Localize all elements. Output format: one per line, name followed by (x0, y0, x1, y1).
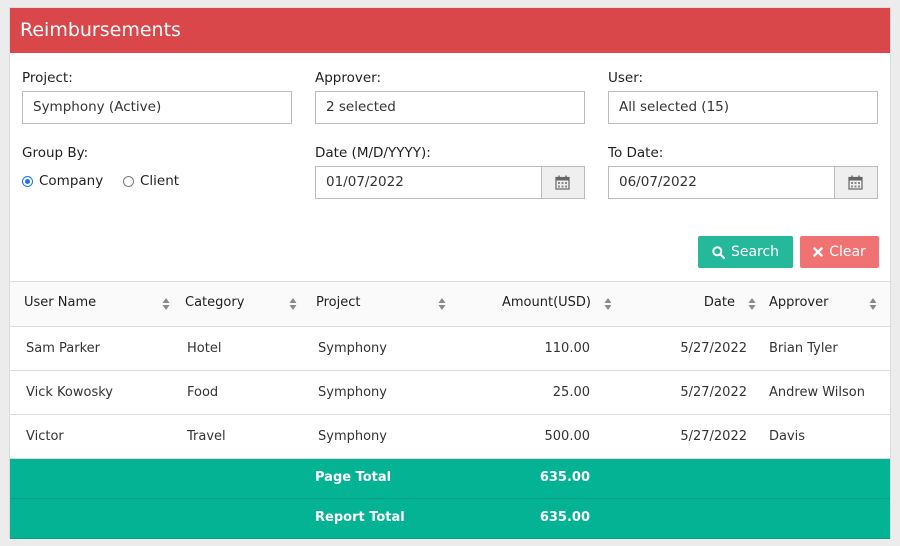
page-total-row: Page Total 635.00 (10, 458, 890, 499)
close-icon (813, 247, 823, 257)
approver-value: 2 selected (326, 99, 396, 115)
to-date-input[interactable]: 06/07/2022 (608, 166, 878, 199)
approver-label: Approver: (315, 70, 382, 86)
from-date-picker-button[interactable] (541, 167, 584, 198)
group-by-client-radio[interactable]: Client (123, 173, 179, 189)
cell-approver: Andrew Wilson (769, 385, 865, 400)
cell-approver: Davis (769, 429, 806, 444)
column-header-category[interactable]: Category (172, 281, 303, 327)
cell-project: Symphony (318, 429, 387, 444)
report-total-value: 635.00 (539, 510, 590, 525)
clear-button[interactable]: Clear (800, 236, 879, 268)
approver-select[interactable]: 2 selected (315, 91, 585, 124)
column-header-amount[interactable]: Amount(USD) (456, 281, 612, 327)
cell-amount: 25.00 (552, 385, 590, 400)
column-header-label: Approver (769, 295, 829, 310)
column-header-label: Project (316, 295, 361, 310)
cell-user-name: Vick Kowosky (26, 385, 113, 400)
project-value: Symphony (Active) (33, 99, 162, 115)
search-icon (712, 245, 725, 259)
project-select[interactable]: Symphony (Active) (22, 91, 292, 124)
group-by-label: Group By: (22, 145, 89, 161)
page-total-value: 635.00 (539, 470, 590, 485)
column-header-project[interactable]: Project (303, 281, 456, 327)
user-select[interactable]: All selected (15) (608, 91, 878, 124)
cell-project: Symphony (318, 341, 387, 356)
from-date-value: 01/07/2022 (326, 174, 404, 190)
from-date-input[interactable]: 01/07/2022 (315, 166, 585, 199)
cell-project: Symphony (318, 385, 387, 400)
column-header-approver[interactable]: Approver (756, 281, 890, 327)
cell-date: 5/27/2022 (680, 385, 747, 400)
sort-icon (289, 298, 297, 310)
page-total-label: Page Total (315, 470, 392, 485)
sort-icon (748, 298, 756, 310)
search-button[interactable]: Search (698, 236, 793, 268)
calendar-icon (848, 175, 863, 190)
reimbursements-table: User Name Category Project Amount(USD) D… (10, 281, 890, 539)
calendar-icon (555, 175, 570, 190)
group-by-client-label: Client (140, 173, 180, 189)
page-title: Reimbursements (20, 19, 181, 41)
to-date-picker-button[interactable] (834, 167, 877, 198)
radio-unselected-icon (123, 175, 134, 187)
sort-icon (438, 298, 446, 310)
column-header-user-name[interactable]: User Name (10, 281, 172, 327)
column-header-label: Amount(USD) (501, 295, 591, 310)
report-total-row: Report Total 635.00 (10, 498, 890, 539)
to-date-label: To Date: (608, 145, 664, 161)
radio-selected-icon (22, 175, 33, 187)
report-total-label: Report Total (315, 510, 405, 525)
column-header-label: Date (703, 295, 735, 310)
column-header-label: User Name (24, 295, 97, 310)
to-date-value: 06/07/2022 (619, 174, 697, 190)
panel-header: Reimbursements (10, 8, 890, 53)
sort-icon (869, 298, 877, 310)
cell-category: Food (187, 385, 219, 400)
table-row[interactable]: Sam Parker Hotel Symphony 110.00 5/27/20… (10, 326, 890, 371)
project-label: Project: (22, 70, 73, 86)
user-label: User: (608, 70, 644, 86)
cell-category: Travel (187, 429, 226, 444)
table-header-row: User Name Category Project Amount(USD) D… (10, 281, 890, 327)
column-header-label: Category (185, 295, 245, 310)
group-by-company-label: Company (39, 173, 104, 189)
sort-icon (162, 298, 170, 310)
from-date-label: Date (M/D/YYYY): (315, 145, 431, 161)
reimbursements-panel: Reimbursements Project: Symphony (Active… (9, 7, 891, 539)
cell-approver: Brian Tyler (769, 341, 838, 356)
user-value: All selected (15) (619, 99, 730, 115)
cell-user-name: Sam Parker (26, 341, 100, 356)
table-row[interactable]: Victor Travel Symphony 500.00 5/27/2022 … (10, 414, 890, 459)
cell-amount: 110.00 (544, 341, 591, 356)
cell-date: 5/27/2022 (680, 429, 747, 444)
cell-date: 5/27/2022 (680, 341, 747, 356)
table-row[interactable]: Vick Kowosky Food Symphony 25.00 5/27/20… (10, 370, 890, 415)
search-button-label: Search (730, 244, 780, 260)
column-header-date[interactable]: Date (611, 281, 756, 327)
group-by-company-radio[interactable]: Company (22, 173, 103, 189)
cell-user-name: Victor (26, 429, 64, 444)
cell-category: Hotel (187, 341, 222, 356)
clear-button-label: Clear (829, 244, 866, 260)
cell-amount: 500.00 (544, 429, 591, 444)
